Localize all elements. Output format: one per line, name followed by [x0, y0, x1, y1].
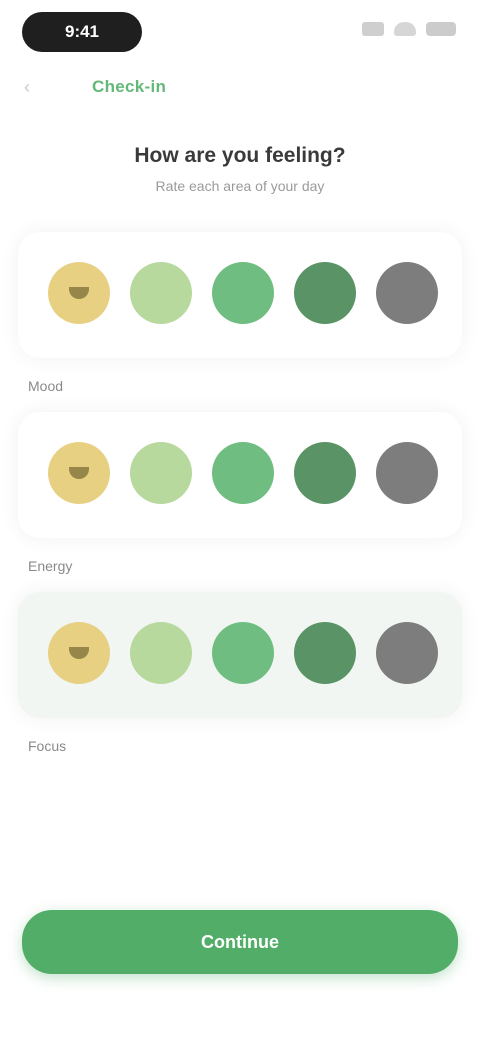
face-icon: [69, 467, 89, 479]
rating-card-energy: [18, 412, 462, 538]
rating-label-mood: Mood: [28, 378, 64, 394]
status-time: 9:41: [22, 12, 142, 52]
rating-option-3[interactable]: [212, 262, 274, 324]
wifi-icon: [394, 22, 416, 36]
rating-option-1[interactable]: [48, 622, 110, 684]
face-icon: [69, 647, 89, 659]
rating-scale: [48, 442, 438, 504]
signal-icon: [362, 22, 384, 36]
continue-button[interactable]: Continue: [22, 910, 458, 974]
rating-option-1[interactable]: [48, 262, 110, 324]
rating-option-5[interactable]: [376, 442, 438, 504]
status-bar: 9:41: [0, 0, 480, 64]
rating-card-mood: [18, 232, 462, 358]
page-subtitle: Rate each area of your day: [155, 178, 325, 194]
rating-option-2[interactable]: [130, 622, 192, 684]
breadcrumb[interactable]: Check-in: [92, 77, 166, 97]
rating-option-1[interactable]: [48, 442, 110, 504]
rating-option-3[interactable]: [212, 442, 274, 504]
rating-scale: [48, 622, 438, 684]
face-icon: [69, 287, 89, 299]
rating-card-focus: [18, 592, 462, 718]
rating-option-2[interactable]: [130, 442, 192, 504]
rating-option-4[interactable]: [294, 622, 356, 684]
rating-option-3[interactable]: [212, 622, 274, 684]
rating-label-focus: Focus: [28, 738, 67, 754]
rating-label-energy: Energy: [28, 558, 73, 574]
rating-option-2[interactable]: [130, 262, 192, 324]
rating-option-5[interactable]: [376, 262, 438, 324]
chevron-left-icon[interactable]: ‹: [24, 78, 64, 96]
page-title: How are you feeling?: [134, 144, 346, 167]
top-nav: ‹ Check-in: [24, 72, 456, 102]
status-icons: [362, 22, 456, 36]
rating-option-4[interactable]: [294, 442, 356, 504]
rating-option-5[interactable]: [376, 622, 438, 684]
rating-scale: [48, 262, 438, 324]
rating-option-4[interactable]: [294, 262, 356, 324]
battery-icon: [426, 22, 456, 36]
